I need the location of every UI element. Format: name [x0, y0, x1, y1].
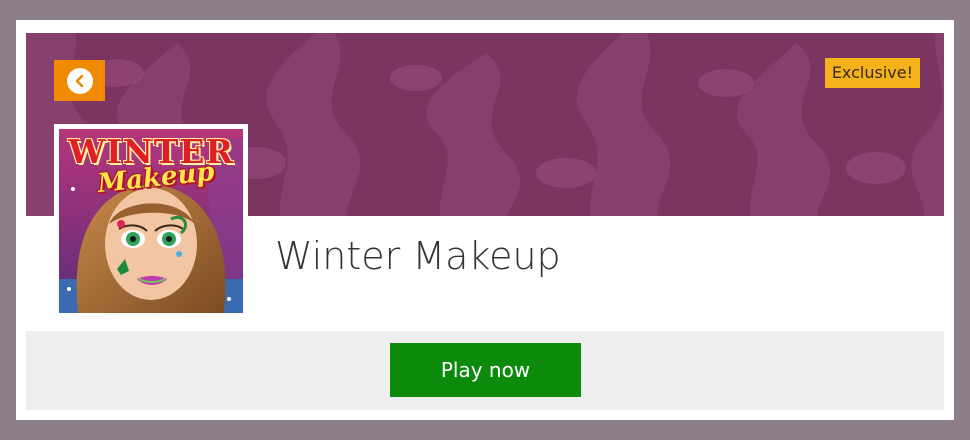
- play-bar: Play now: [26, 331, 944, 410]
- game-card: Exclusive! WINTER Makeup Winter Makeup P…: [16, 20, 954, 420]
- play-now-button[interactable]: Play now: [390, 343, 581, 397]
- thumbnail-artwork: WINTER Makeup: [59, 129, 243, 313]
- chevron-left-icon: [66, 67, 93, 94]
- game-title: Winter Makeup: [275, 234, 561, 278]
- game-thumbnail[interactable]: WINTER Makeup: [54, 124, 248, 317]
- exclusive-badge: Exclusive!: [824, 58, 920, 88]
- back-button[interactable]: [54, 60, 105, 101]
